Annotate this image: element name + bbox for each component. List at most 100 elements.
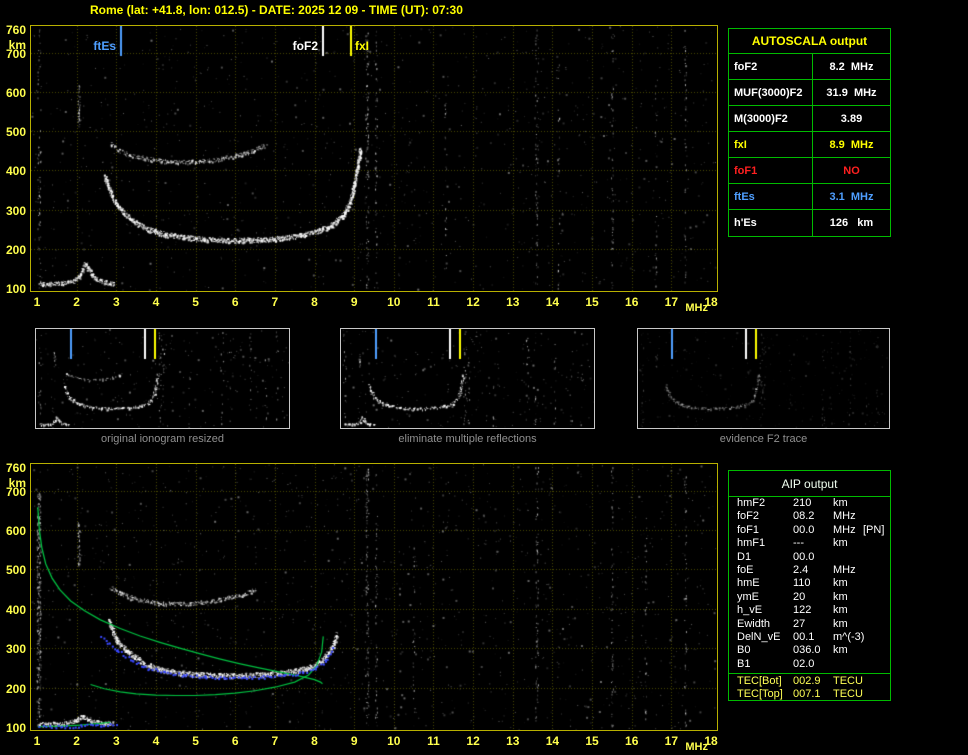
aip-unit: km bbox=[833, 497, 848, 509]
autoscala-row-value: 8.2 MHz bbox=[829, 61, 874, 73]
aip-output-table: AIP output hmF2 210 km foF2 08.2 MHz foF1 00.0 M… bbox=[728, 470, 891, 701]
autoscala-output-table: AUTOSCALA output foF2 8.2 MHz MUF(3000)F2 3… bbox=[728, 28, 891, 237]
aip-name: TEC[Bot] bbox=[737, 675, 782, 688]
aip-name: Ewidth bbox=[737, 617, 771, 630]
x-axis-tick-label: 16 bbox=[625, 295, 639, 309]
autoscala-table-row: h'Es 126 km bbox=[729, 210, 890, 236]
thumbnail-label-original: original ionogram resized bbox=[101, 433, 224, 445]
aip-extra bbox=[863, 537, 890, 550]
x-axis-tick-label: 5 bbox=[192, 734, 199, 748]
y-axis-tick-label: 200 bbox=[5, 681, 26, 696]
x-axis-tick-label: 15 bbox=[585, 295, 599, 309]
aip-table-row: hmE 110 km bbox=[729, 577, 890, 590]
y-axis-tick-label: 600 bbox=[5, 85, 26, 100]
y-axis-tick-label: 600 bbox=[5, 524, 26, 539]
autoscala-row-label: foF2 bbox=[729, 54, 813, 79]
aip-table-row: hmF2 210 km bbox=[729, 497, 890, 510]
marker-label-fof2: foF2 bbox=[292, 39, 318, 53]
marker-label-fxi: fxI bbox=[355, 39, 370, 53]
autoscala-row-label: ftEs bbox=[729, 184, 813, 209]
aip-value: 036.0 bbox=[793, 644, 821, 657]
aip-extra bbox=[863, 658, 890, 671]
aip-extra: [PN] bbox=[863, 523, 885, 536]
bottom-ionogram-canvas bbox=[31, 464, 717, 730]
thumbnail-label-eliminate: eliminate multiple reflections bbox=[398, 433, 537, 445]
x-axis-tick-label: 12 bbox=[466, 295, 480, 309]
aip-unit: km bbox=[833, 537, 848, 550]
y-axis-tick-label: 300 bbox=[5, 203, 26, 218]
aip-unit bbox=[833, 658, 863, 671]
aip-unit: km bbox=[833, 644, 848, 657]
x-axis-tick-label: 4 bbox=[152, 734, 160, 748]
aip-unit: MHz bbox=[833, 510, 856, 523]
autoscala-table-row: MUF(3000)F2 31.9 MHz bbox=[729, 80, 890, 106]
autoscala-row-label: M(3000)F2 bbox=[729, 106, 813, 131]
thumbnail-original-canvas bbox=[36, 329, 289, 428]
x-axis-tick-label: 10 bbox=[387, 295, 401, 309]
aip-value: 007.1 bbox=[793, 688, 821, 701]
thumbnail-label-f2-evidence: evidence F2 trace bbox=[719, 433, 808, 445]
x-axis-tick-label: 7 bbox=[271, 295, 279, 309]
aip-table-row: foE 2.4 MHz bbox=[729, 564, 890, 577]
y-axis-tick-label: 200 bbox=[5, 242, 26, 257]
y-axis-unit-label: km bbox=[8, 476, 26, 490]
autoscala-table-row: foF2 8.2 MHz bbox=[729, 54, 890, 80]
y-axis-tick-label: 500 bbox=[5, 125, 26, 140]
x-axis-tick-label: 5 bbox=[192, 295, 199, 309]
aip-name: foF2 bbox=[737, 510, 760, 523]
aip-name: foE bbox=[737, 563, 754, 576]
y-axis-tick-label: 760 bbox=[5, 23, 26, 37]
aip-value: 210 bbox=[793, 497, 812, 509]
aip-table-row: foF2 08.2 MHz bbox=[729, 510, 890, 523]
aip-unit: km bbox=[833, 604, 848, 617]
aip-value: 27 bbox=[793, 617, 806, 630]
aip-extra bbox=[863, 564, 890, 577]
x-axis-unit-label: MHz bbox=[685, 741, 708, 753]
y-axis-tick-label: 760 bbox=[5, 461, 26, 475]
autoscala-window: Rome (lat: +41.8, lon: 012.5) - DATE: 20… bbox=[0, 0, 968, 755]
aip-table-tec-rows: TEC[Bot] 002.9 TECU TEC[Top] 007.1 TECU bbox=[729, 673, 890, 702]
x-axis-tick-label: 8 bbox=[311, 295, 318, 309]
thumbnail-eliminate-canvas bbox=[341, 329, 594, 428]
aip-name: hmF1 bbox=[737, 537, 766, 550]
autoscala-table-row: M(3000)F2 3.89 bbox=[729, 106, 890, 132]
marker-label-ftes: ftEs bbox=[93, 39, 116, 53]
top-ionogram-canvas bbox=[31, 26, 717, 291]
aip-extra bbox=[863, 591, 890, 604]
autoscala-row-label: MUF(3000)F2 bbox=[729, 80, 813, 105]
autoscala-row-value: 3.89 bbox=[840, 113, 863, 125]
x-axis-unit-label: MHz bbox=[685, 302, 708, 314]
aip-unit: TECU bbox=[833, 688, 863, 701]
x-axis-tick-label: 2 bbox=[73, 734, 80, 748]
autoscala-row-value: NO bbox=[843, 165, 860, 177]
autoscala-table-row: ftEs 3.1 MHz bbox=[729, 184, 890, 210]
x-axis-tick-label: 13 bbox=[506, 734, 520, 748]
y-axis-tick-label: 400 bbox=[5, 602, 26, 617]
aip-value: 02.0 bbox=[793, 657, 815, 670]
aip-name: hmE bbox=[737, 577, 760, 590]
aip-table-row: hmF1 --- km bbox=[729, 537, 890, 550]
aip-unit: MHz bbox=[833, 523, 856, 536]
x-axis-tick-label: 11 bbox=[427, 295, 440, 309]
autoscala-table-rows: foF2 8.2 MHz MUF(3000)F2 31.9 MHz M(3000)F2 3… bbox=[729, 54, 890, 236]
x-axis-tick-label: 3 bbox=[112, 734, 120, 748]
aip-value: 00.0 bbox=[793, 550, 815, 563]
thumbnail-original-ionogram bbox=[35, 328, 290, 429]
aip-extra bbox=[863, 618, 890, 631]
aip-value: 00.1 bbox=[793, 630, 815, 643]
x-axis-tick-label: 12 bbox=[466, 734, 480, 748]
aip-unit: km bbox=[833, 590, 848, 603]
aip-value: 110 bbox=[793, 577, 811, 590]
aip-tec-row: TEC[Top] 007.1 TECU bbox=[729, 688, 890, 701]
x-axis-tick-label: 2 bbox=[73, 295, 80, 309]
aip-name: ymE bbox=[737, 590, 759, 603]
autoscala-table-header: AUTOSCALA output bbox=[729, 29, 890, 54]
aip-table-row: h_vE 122 km bbox=[729, 604, 890, 617]
y-axis-tick-label: 100 bbox=[5, 282, 26, 296]
aip-extra bbox=[863, 644, 890, 657]
thumbnail-eliminate-multiples bbox=[340, 328, 595, 429]
x-axis-tick-label: 13 bbox=[506, 295, 520, 309]
x-axis-tick-label: 6 bbox=[231, 295, 239, 309]
aip-table-rows: hmF2 210 km foF2 08.2 MHz foF1 00.0 MHz [PN] hmF1 -… bbox=[729, 497, 890, 671]
x-axis-tick-label: 9 bbox=[350, 734, 358, 748]
